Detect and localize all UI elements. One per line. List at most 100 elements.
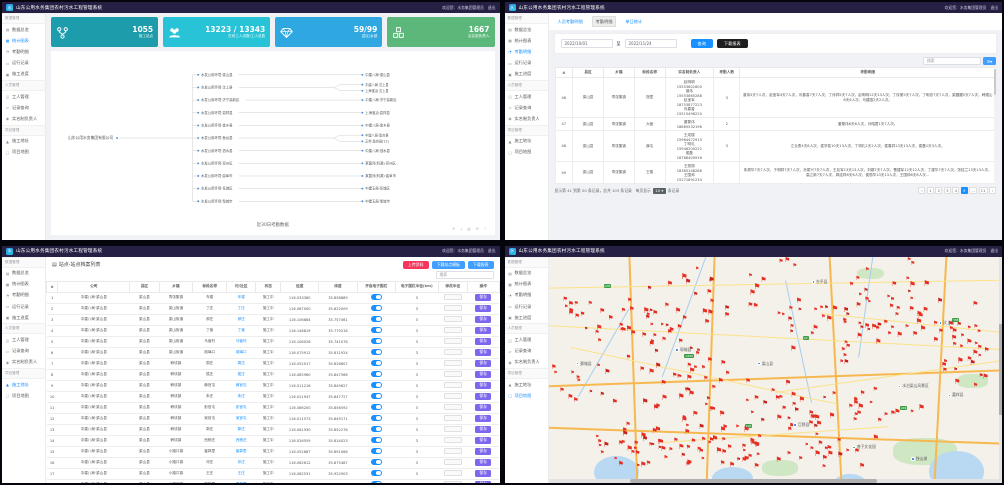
- site-flag-marker[interactable]: ⚑: [821, 455, 827, 462]
- site-flag-marker[interactable]: ⚑: [743, 455, 750, 462]
- site-flag-marker[interactable]: ⚑: [595, 436, 599, 441]
- site-flag-marker[interactable]: ⚑: [813, 308, 817, 313]
- site-flag-marker[interactable]: ⚑: [810, 332, 815, 337]
- site-flag-marker[interactable]: ⚑: [599, 308, 605, 315]
- radius-input[interactable]: [444, 437, 462, 443]
- radius-input[interactable]: [444, 459, 462, 465]
- site-flag-marker[interactable]: ⚑: [698, 423, 705, 430]
- site-flag-marker[interactable]: ⚑: [760, 419, 765, 425]
- site-flag-marker[interactable]: ⚑: [938, 329, 944, 335]
- site-flag-marker[interactable]: ⚑: [753, 463, 759, 470]
- site-flag-marker[interactable]: ⚑: [912, 331, 918, 338]
- table-scrollbar[interactable]: [994, 67, 997, 184]
- sidebar-item-site[interactable]: ▲施工地址: [2, 379, 45, 390]
- site-flag-marker[interactable]: ⚑: [786, 452, 791, 458]
- fence-toggle[interactable]: [371, 371, 382, 377]
- logout-link[interactable]: 退出: [990, 5, 998, 11]
- site-flag-marker[interactable]: ⚑: [678, 375, 683, 380]
- site-flag-marker[interactable]: ⚑: [837, 451, 844, 458]
- fence-toggle[interactable]: [371, 393, 382, 399]
- save-button[interactable]: 保存: [475, 349, 491, 356]
- sidebar-item-progress[interactable]: ▣施工进度: [2, 69, 45, 80]
- site-flag-marker[interactable]: ⚑: [596, 324, 603, 332]
- site-flag-marker[interactable]: ⚑: [747, 302, 753, 309]
- fence-toggle[interactable]: [371, 470, 382, 476]
- sidebar-item-progress[interactable]: ▣施工进度: [2, 312, 45, 323]
- column-header[interactable]: 县区: [130, 281, 159, 292]
- date-start-input[interactable]: 2022/10/01: [561, 39, 613, 48]
- site-flag-marker[interactable]: ⚑: [686, 374, 693, 382]
- site-flag-marker[interactable]: ⚑: [762, 400, 768, 407]
- chart-toolbox-icons[interactable]: ⇱ ⤓ ▤ ⟳ ⛶: [452, 227, 488, 231]
- site-flag-marker[interactable]: ⚑: [650, 340, 655, 345]
- site-flag-marker[interactable]: ⚑: [618, 440, 624, 447]
- map-vertical-scrollbar[interactable]: [999, 257, 1002, 484]
- site-flag-marker[interactable]: ⚑: [596, 364, 600, 369]
- village-link[interactable]: 马营村: [236, 339, 247, 343]
- site-flag-marker[interactable]: ⚑: [743, 426, 750, 434]
- column-header[interactable]: 标段名称: [193, 281, 227, 292]
- save-button[interactable]: 保存: [475, 448, 491, 455]
- site-flag-marker[interactable]: ⚑: [972, 349, 979, 356]
- column-header[interactable]: 实名制负责人: [665, 68, 713, 78]
- save-button[interactable]: 保存: [475, 459, 491, 466]
- site-flag-marker[interactable]: ⚑: [859, 462, 865, 469]
- site-flag-marker[interactable]: ⚑: [620, 328, 624, 333]
- sidebar-item-detail[interactable]: ◔考勤明细: [2, 46, 45, 57]
- site-flag-marker[interactable]: ⚑: [867, 301, 871, 306]
- site-flag-marker[interactable]: ⚑: [686, 446, 691, 452]
- logout-link[interactable]: 退出: [488, 5, 496, 11]
- sidebar-item-query[interactable]: ▱记录查询: [505, 346, 548, 357]
- site-flag-marker[interactable]: ⚑: [701, 458, 705, 463]
- site-flag-marker[interactable]: ⚑: [798, 309, 802, 314]
- site-flag-marker[interactable]: ⚑: [607, 315, 613, 322]
- site-flag-marker[interactable]: ⚑: [640, 432, 647, 440]
- search-input[interactable]: 搜索: [436, 271, 494, 279]
- fence-toggle[interactable]: [371, 316, 382, 322]
- sidebar-item-leader[interactable]: ◉实名制负责人: [505, 113, 548, 124]
- site-flag-marker[interactable]: ⚑: [629, 306, 635, 313]
- save-button[interactable]: 保存: [475, 382, 491, 389]
- site-flag-marker[interactable]: ⚑: [896, 331, 903, 339]
- site-flag-marker[interactable]: ⚑: [973, 384, 978, 390]
- sidebar-item-map[interactable]: ▢项目地图: [505, 147, 548, 158]
- radius-input[interactable]: [444, 382, 462, 388]
- map-horizontal-scrollbar[interactable]: [549, 479, 1000, 484]
- page-button[interactable]: …: [969, 187, 977, 194]
- fence-toggle[interactable]: [371, 448, 382, 454]
- village-link[interactable]: 路那里: [236, 482, 247, 483]
- radius-input[interactable]: [444, 316, 462, 322]
- site-flag-marker[interactable]: ⚑: [698, 448, 704, 454]
- sidebar-item-site[interactable]: ▲施工地址: [2, 136, 45, 147]
- site-flag-marker[interactable]: ⚑: [839, 360, 844, 365]
- fence-toggle[interactable]: [371, 349, 382, 355]
- site-flag-marker[interactable]: ⚑: [573, 397, 579, 404]
- site-flag-marker[interactable]: ⚑: [909, 298, 913, 303]
- site-flag-marker[interactable]: ⚑: [755, 445, 759, 450]
- site-flag-marker[interactable]: ⚑: [589, 391, 593, 396]
- site-flag-marker[interactable]: ⚑: [873, 387, 878, 393]
- site-flag-marker[interactable]: ⚑: [641, 332, 647, 339]
- site-flag-marker[interactable]: ⚑: [661, 337, 666, 343]
- site-flag-marker[interactable]: ⚑: [856, 332, 863, 339]
- save-button[interactable]: 保存: [475, 437, 491, 444]
- sidebar-item-query[interactable]: ▱记录查询: [2, 102, 45, 113]
- site-flag-marker[interactable]: ⚑: [707, 309, 714, 317]
- site-flag-marker[interactable]: ⚑: [933, 337, 939, 344]
- site-flag-marker[interactable]: ⚑: [559, 388, 565, 394]
- site-flag-marker[interactable]: ⚑: [681, 273, 688, 281]
- sidebar-item-overview[interactable]: ▤数据总览: [2, 268, 45, 279]
- site-flag-marker[interactable]: ⚑: [576, 376, 581, 381]
- site-flag-marker[interactable]: ⚑: [748, 274, 753, 279]
- sidebar-item-leader[interactable]: ◉实名制负责人: [2, 357, 45, 368]
- site-flag-marker[interactable]: ⚑: [778, 260, 783, 266]
- site-flag-marker[interactable]: ⚑: [678, 339, 684, 345]
- column-header[interactable]: 标段名称: [634, 68, 665, 78]
- logout-link[interactable]: 退出: [990, 248, 998, 254]
- sidebar-item-overview[interactable]: ▤数据总览: [505, 24, 548, 35]
- fence-toggle[interactable]: [371, 459, 382, 465]
- site-flag-marker[interactable]: ⚑: [884, 413, 889, 418]
- village-link[interactable]: 郝庄: [238, 317, 245, 321]
- save-button[interactable]: 保存: [475, 294, 491, 301]
- site-flag-marker[interactable]: ⚑: [711, 386, 716, 392]
